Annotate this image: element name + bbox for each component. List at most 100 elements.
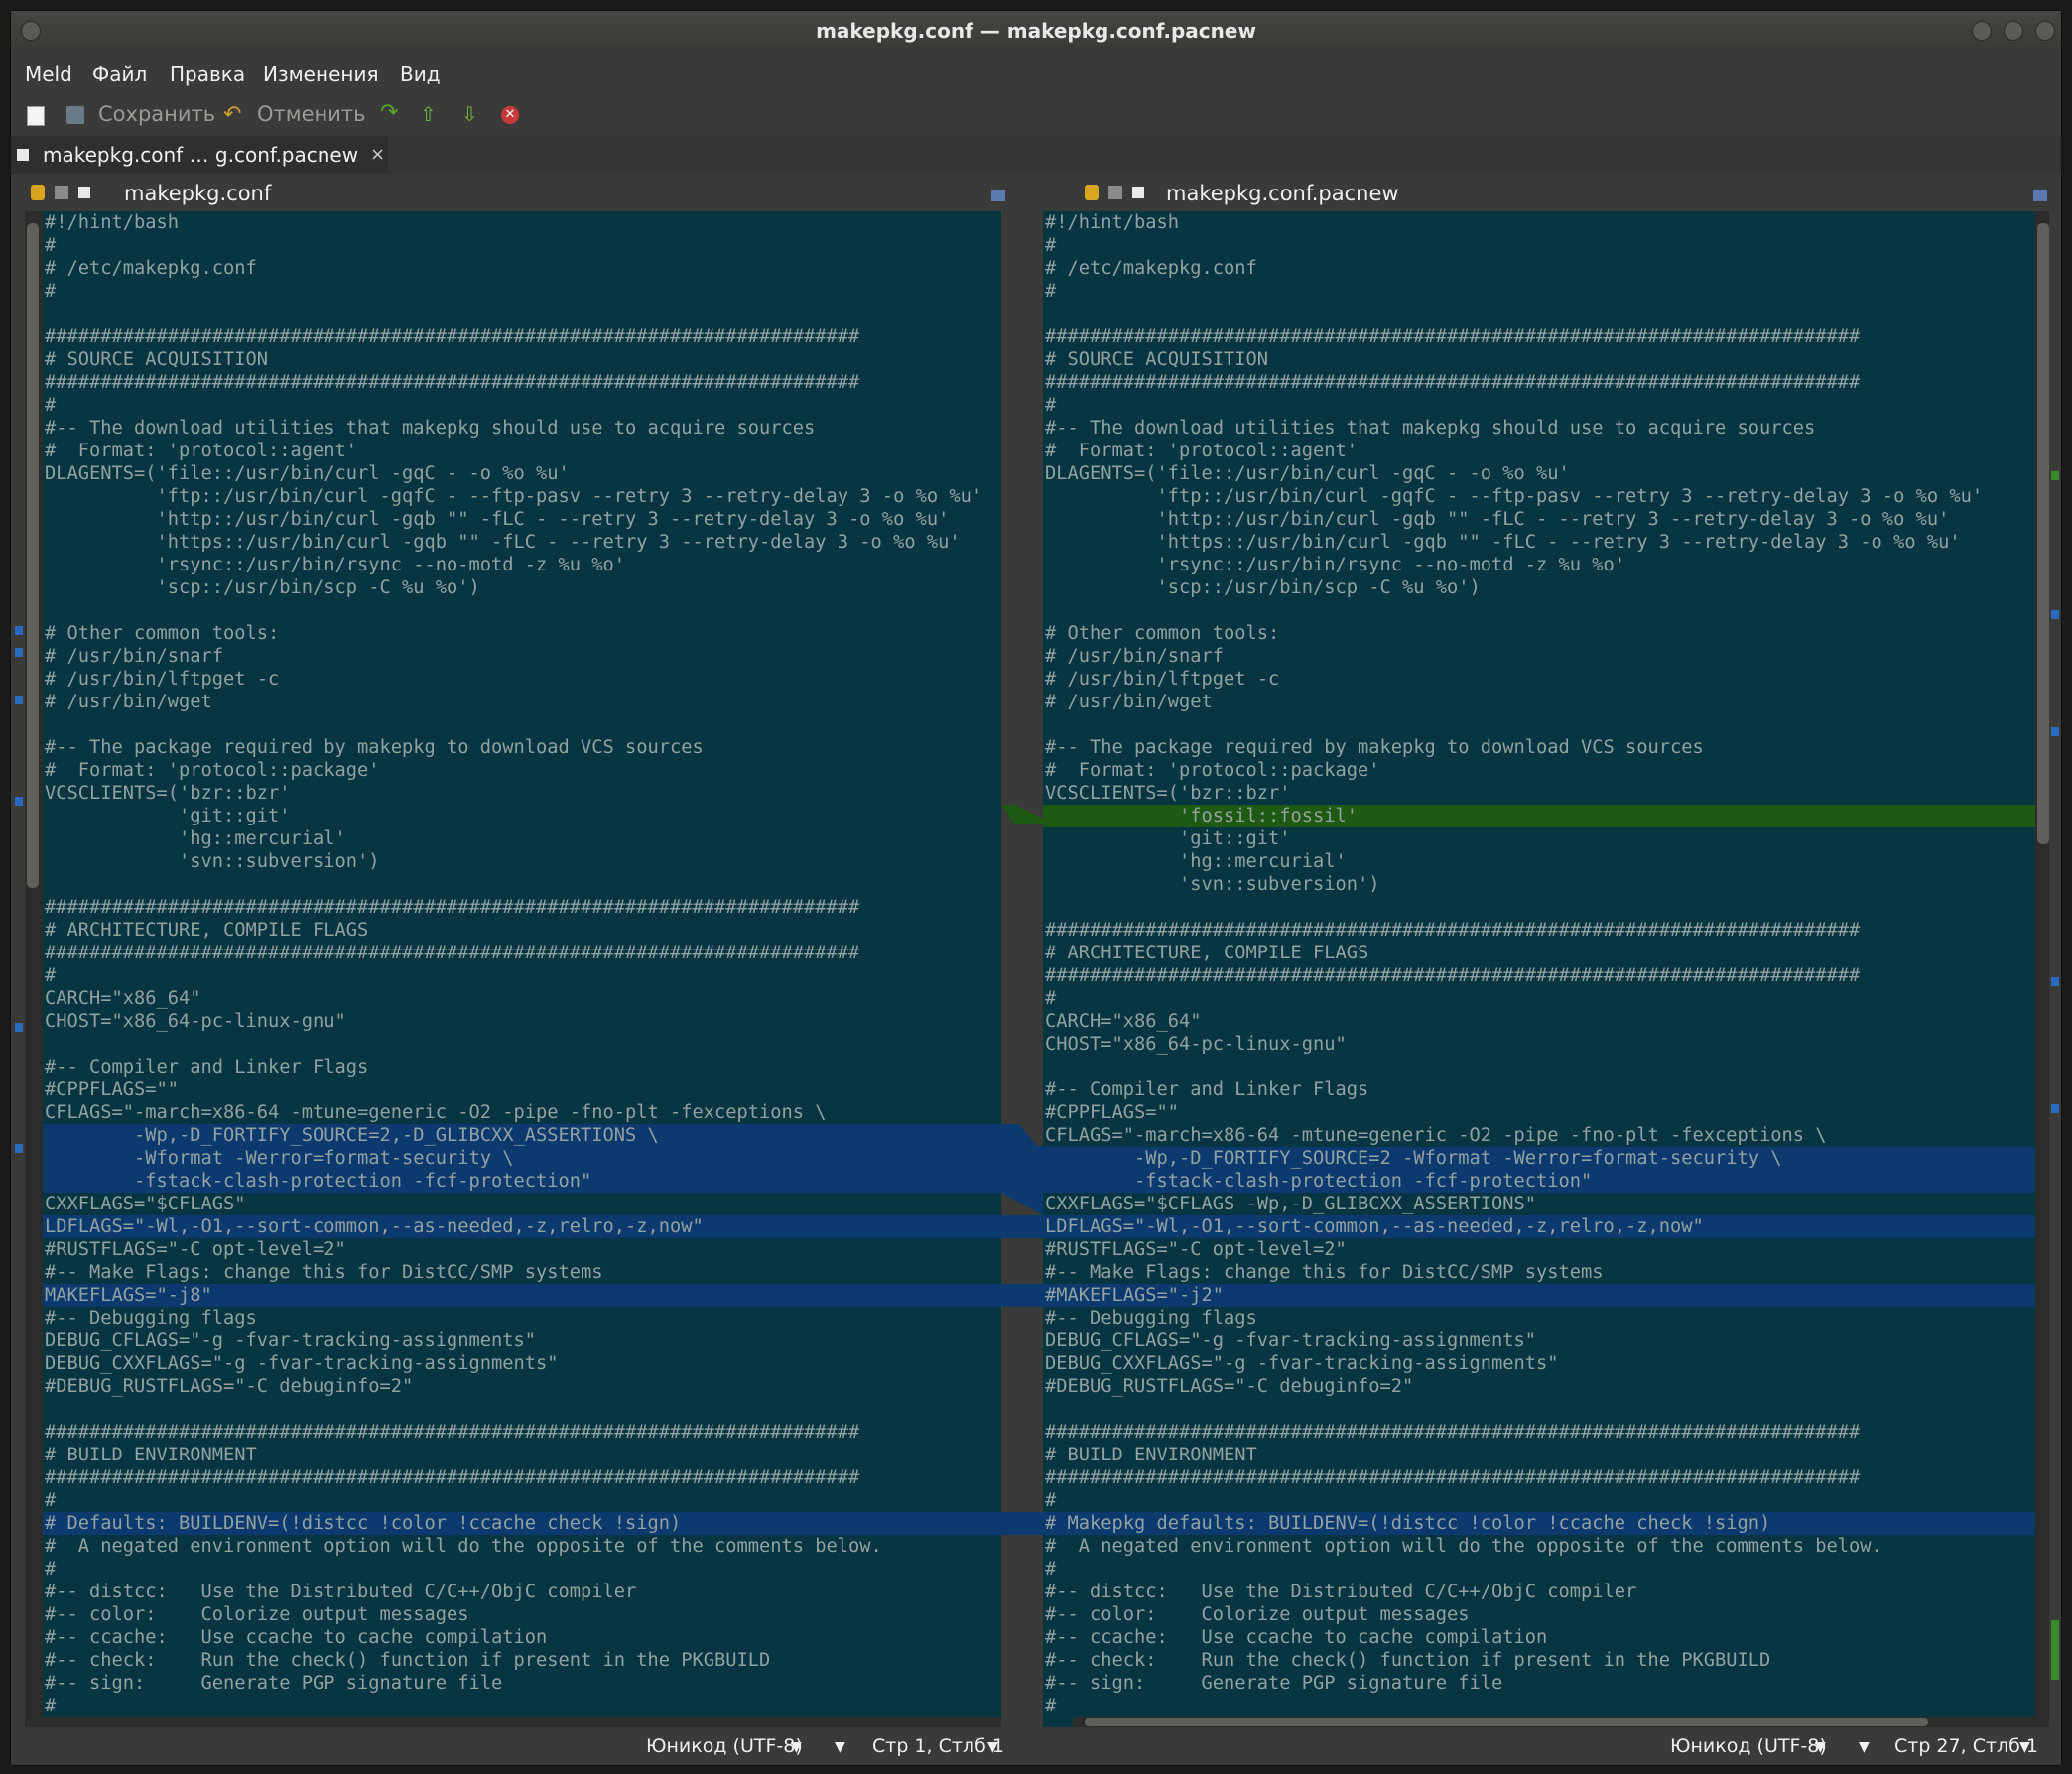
code-line: 'https::/usr/bin/curl -gqb "" -fLC - --r… — [45, 532, 961, 553]
left-vertical-scrollbar[interactable] — [25, 211, 43, 1727]
code-line: CARCH="x86_64" — [45, 988, 201, 1009]
code-line: #-- ccache: Use ccache to cache compilat… — [45, 1627, 548, 1648]
change-marker — [15, 1023, 23, 1032]
menu-edit[interactable]: Правка — [170, 63, 245, 86]
right-hscroll-thumb[interactable] — [1085, 1718, 1928, 1726]
tab-comparison[interactable]: makepkg.conf … g.conf.pacnew × — [11, 136, 388, 174]
code-line: ########################################… — [45, 1422, 860, 1443]
code-line: ########################################… — [1045, 965, 1861, 986]
right-horizontal-scrollbar[interactable] — [1073, 1717, 2035, 1727]
code-line: # A negated environment option will do t… — [45, 1536, 882, 1557]
code-line: # /usr/bin/lftpget -c — [45, 669, 280, 690]
close-window-icon[interactable] — [2035, 21, 2055, 41]
code-line: 'hg::mercurial' — [45, 828, 346, 849]
lock-icon[interactable] — [31, 185, 45, 200]
code-line: # ARCHITECTURE, COMPILE FLAGS — [45, 920, 369, 941]
chevron-down-icon[interactable]: ▼ — [835, 1739, 845, 1755]
code-line: # — [1045, 1696, 1057, 1716]
previous-change-icon[interactable]: ⇧ — [420, 102, 437, 126]
undo-button[interactable]: Отменить — [257, 102, 366, 126]
code-line: CFLAGS="-march=x86-64 -mtune=generic -O2… — [1045, 1125, 1827, 1146]
minimize-icon[interactable] — [1972, 21, 1992, 41]
code-line: 'fossil::fossil' — [1045, 806, 1359, 826]
chevron-down-icon[interactable]: ▼ — [987, 1739, 998, 1755]
code-line: CXXFLAGS="$CFLAGS -Wp,-D_GLIBCXX_ASSERTI… — [1045, 1194, 1537, 1214]
right-change-map[interactable] — [2049, 211, 2061, 1727]
diff-links — [1001, 805, 1043, 1535]
menu-changes[interactable]: Изменения — [263, 63, 378, 86]
right-editor[interactable]: #!/hint/bash # # /etc/makepkg.conf # #######… — [1043, 211, 2047, 1727]
code-line: 'svn::subversion') — [45, 851, 380, 872]
left-change-map[interactable] — [13, 211, 25, 1727]
left-encoding[interactable]: Юникод (UTF-8) — [646, 1735, 803, 1757]
change-marker — [15, 1144, 23, 1153]
left-scroll-thumb[interactable] — [27, 223, 39, 888]
menu-view[interactable]: Вид — [400, 63, 441, 86]
code-line: #-- check: Run the check() function if p… — [45, 1650, 771, 1671]
code-line: # /usr/bin/lftpget -c — [1045, 669, 1280, 690]
maximize-icon[interactable] — [2004, 21, 2023, 41]
tab-close-icon[interactable]: × — [370, 136, 385, 174]
code-line: # — [1045, 235, 1057, 256]
right-scroll-thumb[interactable] — [2037, 223, 2049, 844]
new-file-icon[interactable] — [27, 106, 45, 126]
insert-marker — [2051, 1620, 2059, 1680]
save-file-icon[interactable] — [55, 186, 68, 199]
code-line: #-- distcc: Use the Distributed C/C++/Ob… — [1045, 1582, 1637, 1602]
code-line: ########################################… — [1045, 372, 1861, 393]
left-pane-open-icon[interactable] — [991, 190, 1005, 201]
chevron-down-icon[interactable]: ▼ — [2019, 1739, 2030, 1755]
diff-gutter — [1001, 211, 1043, 1727]
right-cursor-position[interactable]: Стр 27, Стлб 1 — [1894, 1735, 2038, 1757]
left-cursor-position[interactable]: Стр 1, Стлб 1 — [872, 1735, 1004, 1757]
code-line: DEBUG_CXXFLAGS="-g -fvar-tracking-assign… — [1045, 1353, 1559, 1374]
save-button[interactable]: Сохранить — [98, 102, 215, 126]
code-line: # Format: 'protocol::package' — [1045, 760, 1380, 781]
code-line: # Makepkg defaults: BUILDENV=(!distcc !c… — [1045, 1513, 1771, 1534]
next-change-icon[interactable]: ⇩ — [461, 102, 478, 126]
code-line: VCSCLIENTS=('bzr::bzr' — [1045, 783, 1291, 804]
code-line: # Format: 'protocol::agent' — [1045, 441, 1359, 461]
code-line: #!/hint/bash — [45, 212, 180, 233]
code-line: CHOST="x86_64-pc-linux-gnu" — [45, 1011, 346, 1032]
code-line: #-- color: Colorize output messages — [1045, 1604, 1470, 1625]
code-line: #CPPFLAGS="" — [45, 1079, 180, 1100]
code-line: #RUSTFLAGS="-C opt-level=2" — [1045, 1239, 1347, 1260]
chevron-down-icon[interactable]: ▼ — [1859, 1739, 1870, 1755]
left-horizontal-scrollbar[interactable] — [43, 1717, 1001, 1727]
menu-file[interactable]: Файл — [92, 63, 147, 86]
redo-icon[interactable]: ↷ — [380, 100, 398, 125]
code-line: ########################################… — [1045, 920, 1861, 941]
code-line: # — [45, 965, 57, 986]
code-line: ########################################… — [1045, 1422, 1861, 1443]
right-filename: makepkg.conf.pacnew — [1166, 182, 1399, 205]
status-bar: Юникод (UTF-8) ▼ ▼ Стр 1, Стлб 1 ▼ Юнико… — [11, 1729, 2061, 1765]
code-line: -fstack-clash-protection -fcf-protection… — [1045, 1171, 1593, 1192]
title-bar: makepkg.conf — makepkg.conf.pacnew — [11, 11, 2061, 51]
chevron-down-icon[interactable]: ▼ — [1815, 1739, 1826, 1755]
meld-window: makepkg.conf — makepkg.conf.pacnew Meld … — [10, 10, 2062, 1766]
code-line: 'rsync::/usr/bin/rsync --no-motd -z %u %… — [45, 555, 626, 575]
right-encoding[interactable]: Юникод (UTF-8) — [1670, 1735, 1827, 1757]
code-line: #DEBUG_RUSTFLAGS="-C debuginfo=2" — [1045, 1376, 1414, 1397]
menu-meld[interactable]: Meld — [25, 63, 72, 86]
code-line: # — [45, 1696, 57, 1716]
right-pane-open-icon[interactable] — [2033, 190, 2047, 201]
save-file-icon[interactable] — [1108, 186, 1122, 199]
code-line: MAKEFLAGS="-j8" — [45, 1285, 212, 1306]
change-marker — [15, 648, 23, 657]
code-line: # — [1045, 281, 1057, 302]
window-menu-icon[interactable] — [21, 21, 41, 41]
code-line: # SOURCE ACQUISITION — [1045, 349, 1269, 370]
lock-icon[interactable] — [1085, 185, 1099, 200]
code-line: # SOURCE ACQUISITION — [45, 349, 269, 370]
code-line: # /etc/makepkg.conf — [1045, 258, 1257, 279]
code-line: #-- Make Flags: change this for DistCC/S… — [45, 1262, 603, 1283]
stop-icon[interactable]: ✕ — [501, 106, 519, 124]
code-line: 'hg::mercurial' — [1045, 851, 1347, 872]
left-editor[interactable]: #!/hint/bash # # /etc/makepkg.conf # #######… — [43, 211, 1001, 1727]
code-line: # ARCHITECTURE, COMPILE FLAGS — [1045, 943, 1369, 963]
chevron-down-icon[interactable]: ▼ — [791, 1739, 802, 1755]
code-line: # Other common tools: — [45, 623, 280, 644]
code-line: # Other common tools: — [1045, 623, 1280, 644]
